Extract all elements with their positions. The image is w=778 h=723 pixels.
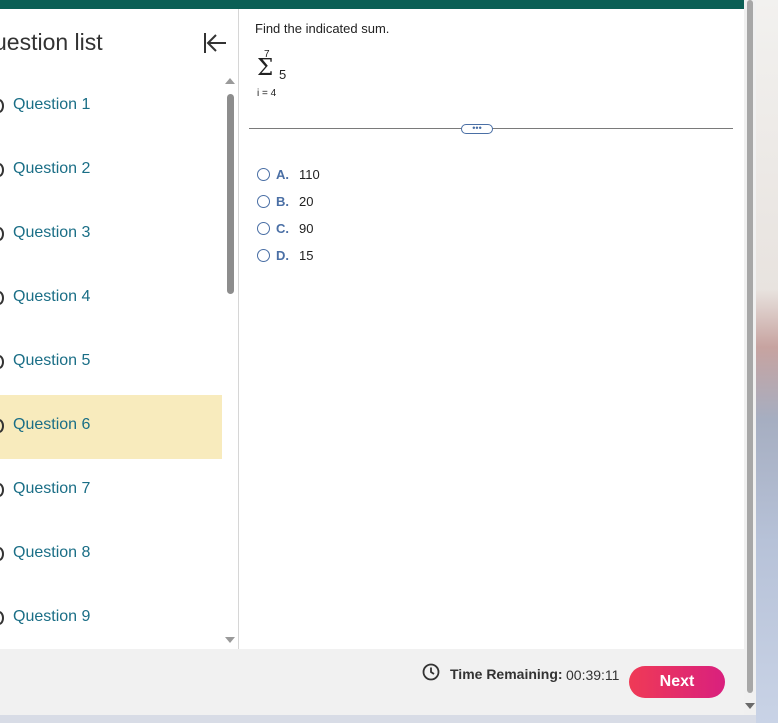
sum-term: 5 xyxy=(279,67,287,82)
collapse-left-icon[interactable] xyxy=(202,31,228,55)
radio-button[interactable] xyxy=(257,168,270,181)
scroll-down-arrow-icon[interactable] xyxy=(225,637,235,643)
option-value: 110 xyxy=(299,167,320,182)
footer-bar: Time Remaining: 00:39:11 Next xyxy=(0,649,744,715)
radio-button[interactable] xyxy=(257,222,270,235)
option-letter: B. xyxy=(276,194,289,209)
question-status-icon xyxy=(0,611,4,625)
question-label: Question 8 xyxy=(13,544,91,561)
time-remaining-value: 00:39:11 xyxy=(566,667,620,683)
question-list-item[interactable]: Question 9 xyxy=(0,587,222,649)
question-status-icon xyxy=(0,547,4,561)
question-list-item[interactable]: Question 4 xyxy=(0,267,222,331)
question-list-scrollbar[interactable] xyxy=(227,94,234,294)
question-status-icon xyxy=(0,355,4,369)
radio-button[interactable] xyxy=(257,249,270,262)
option-value: 20 xyxy=(299,194,314,209)
question-status-icon xyxy=(0,163,4,177)
scroll-up-arrow-icon[interactable] xyxy=(225,78,235,84)
sum-lower-limit: i = 4 xyxy=(257,88,277,99)
next-button[interactable]: Next xyxy=(629,666,725,698)
option-value: 90 xyxy=(299,221,314,236)
question-prompt: Find the indicated sum. xyxy=(255,21,390,36)
question-status-icon xyxy=(0,227,4,241)
option-letter: D. xyxy=(276,248,289,263)
option-value: 15 xyxy=(299,248,314,263)
question-list-item[interactable]: Question 6 xyxy=(0,395,222,459)
time-remaining-label: Time Remaining: xyxy=(450,666,563,682)
question-status-icon xyxy=(0,99,4,113)
question-label: Question 3 xyxy=(13,224,91,241)
clock-icon xyxy=(422,663,440,681)
question-list-item[interactable]: Question 8 xyxy=(0,523,222,587)
question-list-item[interactable]: Question 2 xyxy=(0,139,222,203)
window-scroll-down-icon[interactable] xyxy=(745,703,755,709)
question-label: Question 2 xyxy=(13,160,91,177)
question-label: Question 6 xyxy=(13,416,91,433)
question-label: Question 4 xyxy=(13,288,91,305)
option-letter: A. xyxy=(276,167,289,182)
question-label: Question 9 xyxy=(13,608,91,625)
expand-handle[interactable]: ••• xyxy=(461,124,493,134)
question-list-panel: uestion list Question 1 Question 2 Questio… xyxy=(0,9,239,649)
question-pane: Find the indicated sum. 7 Σ 5 i = 4 ••• … xyxy=(239,9,744,649)
question-status-icon xyxy=(0,483,4,497)
window-scrollbar-thumb[interactable] xyxy=(747,0,753,693)
question-status-icon xyxy=(0,419,4,433)
question-status-icon xyxy=(0,291,4,305)
question-list-title: uestion list xyxy=(0,29,103,55)
question-label: Question 7 xyxy=(13,480,91,497)
question-label: Question 5 xyxy=(13,352,91,369)
sigma-icon: Σ xyxy=(257,55,274,81)
question-list-item[interactable]: Question 5 xyxy=(0,331,222,395)
desktop-background xyxy=(756,0,778,723)
option-letter: C. xyxy=(276,221,289,236)
window-bottom-edge xyxy=(0,715,756,723)
question-list-item[interactable]: Question 1 xyxy=(0,75,222,139)
top-bar xyxy=(0,0,744,9)
question-list-item[interactable]: Question 7 xyxy=(0,459,222,523)
radio-button[interactable] xyxy=(257,195,270,208)
question-label: Question 1 xyxy=(13,96,91,113)
question-list-item[interactable]: Question 3 xyxy=(0,203,222,267)
